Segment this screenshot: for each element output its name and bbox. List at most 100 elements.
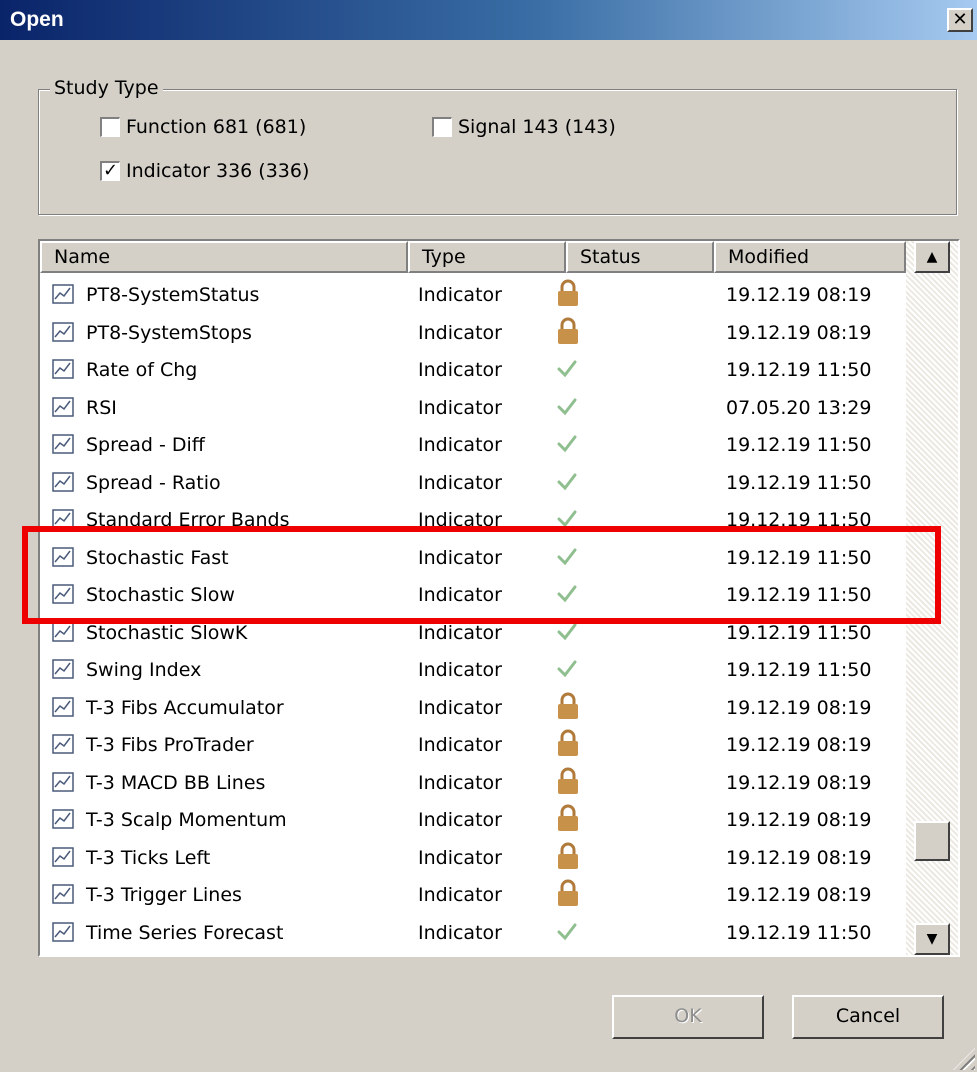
list-item[interactable]: T-3 MACD BB Lines Indicator 19.12.19 08:19 [40, 763, 906, 801]
study-type-group [38, 89, 957, 215]
function-checkbox-box[interactable] [100, 117, 120, 137]
lock-icon [556, 804, 580, 837]
list-item[interactable]: PT8-SystemStatus Indicator 19.12.19 08:19 [40, 275, 906, 313]
scroll-thumb[interactable] [914, 821, 950, 861]
row-modified: 19.12.19 08:19 [726, 846, 872, 869]
row-name: Stochastic SlowK [86, 621, 248, 644]
column-header-name[interactable]: Name [40, 241, 408, 273]
list-item[interactable]: Time Series Forecast Indicator 19.12.19 11… [40, 913, 906, 951]
function-checkbox[interactable]: Function 681 (681) [100, 116, 306, 138]
row-modified: 19.12.19 08:19 [726, 809, 872, 831]
lock-icon [556, 692, 580, 725]
list-item[interactable]: T-3 Scalp Momentum Indicator 19.12.19 08:1… [40, 800, 906, 838]
indicator-chart-icon [52, 659, 74, 679]
row-type: Indicator [418, 359, 502, 381]
row-name: T-3 Fibs Accumulator [86, 696, 284, 719]
row-type: Indicator [418, 321, 502, 344]
lock-icon [556, 879, 580, 912]
row-type: Indicator [418, 734, 502, 756]
scroll-up-button[interactable]: ▲ [914, 241, 950, 273]
row-name: Rate of Chg [86, 359, 198, 381]
study-type-legend: Study Type [50, 77, 163, 99]
close-button[interactable]: ✕ [947, 8, 973, 32]
highlight-box [22, 526, 941, 624]
row-name: T-3 Scalp Momentum [86, 809, 287, 831]
list-item[interactable]: T-3 Fibs ProTrader Indicator 19.12.19 08:1… [40, 725, 906, 763]
row-modified: 19.12.19 08:19 [726, 884, 872, 906]
row-type: Indicator [418, 659, 502, 681]
title-bar: Open ✕ [0, 0, 977, 40]
check-icon [556, 429, 578, 462]
list-item[interactable]: Swing Index Indicator 19.12.19 11:50 [40, 650, 906, 688]
indicator-checkbox-box[interactable]: ✓ [100, 161, 120, 181]
row-name: Spread - Diff [86, 434, 205, 456]
lock-icon [556, 317, 580, 350]
row-name: T-3 Fibs ProTrader [86, 734, 254, 756]
ok-button[interactable]: OK [612, 995, 764, 1039]
indicator-chart-icon [52, 771, 74, 792]
signal-checkbox-box[interactable] [432, 117, 452, 137]
row-modified: 19.12.19 08:19 [726, 771, 872, 794]
row-name: PT8-SystemStatus [86, 284, 260, 306]
list-item[interactable]: Spread - Diff Indicator 19.12.19 11:50 [40, 425, 906, 463]
indicator-chart-icon [52, 284, 74, 304]
row-modified: 19.12.19 08:19 [726, 734, 872, 756]
row-modified: 19.12.19 08:19 [726, 696, 872, 719]
indicator-chart-icon [52, 846, 74, 867]
row-type: Indicator [418, 846, 502, 869]
list-item[interactable]: PT8-SystemStops Indicator 19.12.19 08:19 [40, 313, 906, 351]
indicator-checkbox-label: Indicator 336 (336) [126, 160, 310, 182]
lock-icon [556, 842, 580, 875]
close-icon: ✕ [952, 9, 968, 30]
row-name: Time Series Forecast [86, 921, 284, 944]
row-name: T-3 Ticks Left [86, 846, 211, 869]
row-modified: 19.12.19 11:50 [726, 434, 872, 456]
row-type: Indicator [418, 696, 502, 719]
row-modified: 19.12.19 11:50 [726, 921, 872, 944]
lock-icon [556, 729, 580, 762]
list-item[interactable]: Spread - Ratio Indicator 19.12.19 11:50 [40, 463, 906, 501]
row-name: T-3 Trigger Lines [86, 884, 242, 906]
row-type: Indicator [418, 434, 502, 456]
row-name: PT8-SystemStops [86, 321, 252, 344]
indicator-chart-icon [52, 321, 74, 342]
row-type: Indicator [418, 471, 502, 494]
indicator-chart-icon [52, 471, 74, 492]
lock-icon [556, 767, 580, 800]
row-type: Indicator [418, 621, 502, 644]
row-modified: 19.12.19 08:19 [726, 284, 872, 306]
arrow-up-icon: ▲ [926, 249, 938, 265]
indicator-chart-icon [52, 921, 74, 942]
column-header-status[interactable]: Status [566, 241, 714, 273]
signal-checkbox[interactable]: Signal 143 (143) [432, 116, 616, 138]
row-modified: 19.12.19 11:50 [726, 621, 872, 644]
indicator-chart-icon [52, 434, 74, 454]
row-name: Spread - Ratio [86, 471, 221, 494]
list-item[interactable]: T-3 Fibs Accumulator Indicator 19.12.19 08… [40, 688, 906, 726]
arrow-down-icon: ▼ [926, 931, 938, 947]
function-checkbox-label: Function 681 (681) [126, 116, 307, 138]
column-header-modified[interactable]: Modified [714, 241, 906, 273]
indicator-checkbox[interactable]: ✓ Indicator 336 (336) [100, 160, 309, 182]
list-item[interactable]: RSI Indicator 07.05.20 13:29 [40, 388, 906, 426]
column-header-type[interactable]: Type [408, 241, 566, 273]
indicator-chart-icon [52, 884, 74, 904]
indicator-chart-icon [52, 359, 74, 379]
row-modified: 19.12.19 11:50 [726, 659, 872, 681]
check-icon [556, 654, 578, 687]
resize-grip-icon[interactable] [953, 1048, 975, 1070]
row-type: Indicator [418, 884, 502, 906]
window-title: Open [10, 8, 64, 31]
row-type: Indicator [418, 771, 502, 794]
scroll-down-button[interactable]: ▼ [914, 923, 950, 955]
indicator-chart-icon [52, 621, 74, 642]
check-icon [556, 467, 578, 500]
row-type: Indicator [418, 284, 502, 306]
list-item[interactable]: T-3 Ticks Left Indicator 19.12.19 08:19 [40, 838, 906, 876]
row-modified: 19.12.19 08:19 [726, 321, 872, 344]
indicator-chart-icon [52, 734, 74, 754]
row-modified: 07.05.20 13:29 [726, 396, 872, 419]
cancel-button[interactable]: Cancel [792, 995, 944, 1039]
list-item[interactable]: Rate of Chg Indicator 19.12.19 11:50 [40, 350, 906, 388]
list-item[interactable]: T-3 Trigger Lines Indicator 19.12.19 08:19 [40, 875, 906, 913]
